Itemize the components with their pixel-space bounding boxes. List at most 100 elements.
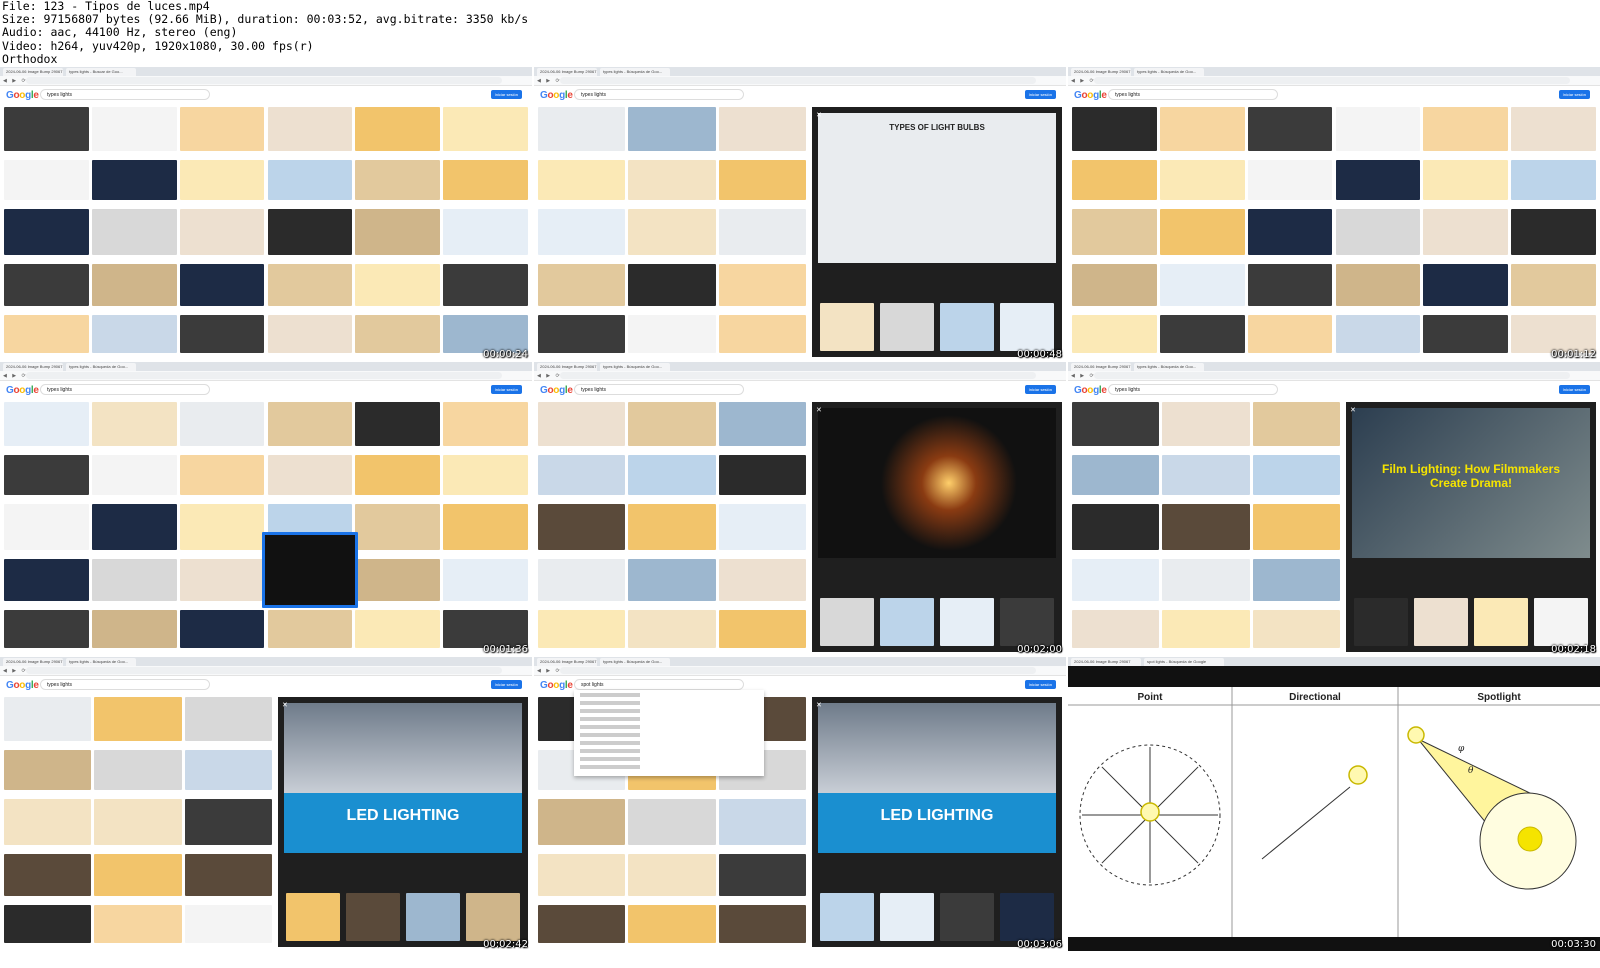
image-thumbnail[interactable] — [94, 750, 182, 790]
image-thumbnail[interactable] — [4, 264, 89, 306]
browser-tab[interactable]: 2024-06-06 Image Bump 29067 — [3, 658, 63, 666]
nav-arrows-icon[interactable]: ◀ ▶ ⟳ — [3, 78, 28, 84]
search-input[interactable]: types lights — [40, 89, 210, 100]
image-thumbnail[interactable] — [718, 905, 806, 943]
image-thumbnail[interactable] — [1159, 315, 1245, 353]
related-image-thumbnail[interactable] — [880, 303, 934, 351]
browser-tab[interactable]: types lights - Búsqueda de Goo... — [600, 68, 670, 76]
address-bar[interactable]: ◀ ▶ ⟳ — [1068, 371, 1600, 381]
address-bar[interactable]: ◀ ▶ ⟳ — [1068, 76, 1600, 86]
image-thumbnail[interactable] — [628, 209, 716, 255]
image-thumbnail[interactable] — [538, 504, 626, 550]
browser-tab[interactable]: 2024-06-06 Image Bump 29067 — [3, 363, 63, 371]
image-thumbnail[interactable] — [628, 160, 716, 200]
url-field[interactable] — [26, 77, 502, 84]
suggestion-item[interactable] — [580, 765, 640, 769]
address-bar[interactable]: ◀ ▶ ⟳ — [534, 371, 1066, 381]
browser-tab[interactable]: 2024-06-06 Image Bump 29067 — [3, 68, 63, 76]
url-field[interactable] — [560, 77, 1036, 84]
related-image-thumbnail[interactable] — [1354, 598, 1408, 646]
image-thumbnail[interactable] — [1247, 160, 1333, 200]
search-input[interactable]: types lights — [40, 384, 210, 395]
image-thumbnail[interactable] — [1252, 504, 1340, 550]
image-thumbnail[interactable] — [718, 160, 806, 200]
close-icon[interactable]: ✕ — [1350, 406, 1356, 414]
image-thumbnail[interactable] — [1335, 160, 1421, 200]
image-thumbnail[interactable] — [1423, 160, 1509, 200]
image-thumbnail[interactable] — [1247, 107, 1333, 151]
image-thumbnail[interactable] — [443, 402, 528, 446]
image-thumbnail[interactable] — [1252, 455, 1340, 495]
suggestion-item[interactable] — [580, 701, 640, 705]
image-thumbnail[interactable] — [94, 905, 182, 943]
image-thumbnail[interactable] — [267, 455, 353, 495]
image-thumbnail[interactable] — [1162, 559, 1250, 601]
image-thumbnail[interactable] — [628, 504, 716, 550]
image-thumbnail[interactable] — [179, 315, 265, 353]
image-thumbnail[interactable] — [443, 264, 528, 306]
image-thumbnail[interactable] — [4, 504, 89, 550]
image-thumbnail[interactable] — [1162, 504, 1250, 550]
sign-in-button[interactable]: Iniciar sesión — [1024, 680, 1056, 689]
suggestion-item[interactable] — [580, 741, 640, 745]
related-image-thumbnail[interactable] — [820, 303, 874, 351]
image-thumbnail[interactable] — [1423, 107, 1509, 151]
image-thumbnail[interactable] — [267, 160, 353, 200]
image-thumbnail[interactable] — [91, 160, 177, 200]
image-thumbnail[interactable] — [1247, 315, 1333, 353]
sign-in-button[interactable]: Iniciar sesión — [490, 680, 522, 689]
image-thumbnail[interactable] — [4, 455, 89, 495]
image-thumbnail[interactable] — [1159, 107, 1245, 151]
image-thumbnail[interactable] — [179, 504, 265, 550]
browser-tab[interactable]: types lights - Búsqueda de Goo... — [600, 363, 670, 371]
image-thumbnail[interactable] — [628, 315, 716, 353]
image-thumbnail[interactable] — [179, 455, 265, 495]
preview-image[interactable] — [284, 703, 522, 853]
image-thumbnail[interactable] — [1072, 610, 1160, 648]
image-thumbnail[interactable] — [179, 107, 265, 151]
image-thumbnail[interactable] — [91, 315, 177, 353]
image-thumbnail[interactable] — [355, 160, 441, 200]
image-thumbnail[interactable] — [91, 455, 177, 495]
image-thumbnail[interactable] — [538, 315, 626, 353]
image-thumbnail[interactable] — [355, 504, 441, 550]
image-thumbnail[interactable] — [1072, 504, 1160, 550]
image-thumbnail[interactable] — [91, 610, 177, 648]
related-image-thumbnail[interactable] — [820, 598, 874, 646]
image-thumbnail[interactable] — [4, 697, 92, 741]
url-field[interactable] — [26, 667, 502, 674]
image-thumbnail[interactable] — [1159, 264, 1245, 306]
close-icon[interactable]: ✕ — [282, 701, 288, 709]
image-thumbnail[interactable] — [179, 160, 265, 200]
image-thumbnail[interactable] — [179, 264, 265, 306]
image-thumbnail[interactable] — [184, 854, 272, 896]
image-thumbnail[interactable] — [1511, 315, 1596, 353]
image-thumbnail[interactable] — [4, 209, 89, 255]
image-thumbnail[interactable] — [1511, 107, 1596, 151]
browser-tab[interactable]: types lights - Búsqueda de Goo... — [66, 658, 136, 666]
image-thumbnail[interactable] — [4, 799, 92, 845]
google-logo[interactable]: Google — [1074, 90, 1107, 101]
suggestion-item[interactable] — [580, 693, 640, 697]
suggestion-item[interactable] — [580, 749, 640, 753]
url-field[interactable] — [560, 372, 1036, 379]
google-logo[interactable]: Google — [6, 680, 39, 691]
url-field[interactable] — [1094, 372, 1570, 379]
image-thumbnail[interactable] — [91, 402, 177, 446]
sign-in-button[interactable]: Iniciar sesión — [490, 90, 522, 99]
url-field[interactable] — [26, 372, 502, 379]
image-thumbnail[interactable] — [1247, 209, 1333, 255]
image-thumbnail[interactable] — [443, 455, 528, 495]
address-bar[interactable]: ◀ ▶ ⟳ — [0, 76, 532, 86]
image-thumbnail[interactable] — [91, 504, 177, 550]
image-thumbnail[interactable] — [1072, 264, 1157, 306]
close-icon[interactable]: ✕ — [816, 111, 822, 119]
image-thumbnail[interactable] — [4, 160, 89, 200]
image-thumbnail[interactable] — [538, 905, 626, 943]
image-thumbnail[interactable] — [1072, 209, 1157, 255]
address-bar[interactable]: ◀ ▶ ⟳ — [534, 76, 1066, 86]
image-thumbnail[interactable] — [1335, 209, 1421, 255]
image-thumbnail[interactable] — [184, 799, 272, 845]
image-thumbnail[interactable] — [1162, 610, 1250, 648]
image-thumbnail[interactable] — [1335, 264, 1421, 306]
